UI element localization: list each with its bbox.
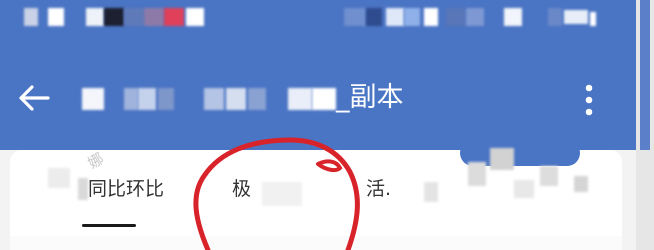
page-title: _副本 [80, 78, 540, 118]
status-icon [104, 8, 124, 26]
title-blur [288, 88, 312, 110]
status-icon [344, 8, 366, 26]
tab-blur [48, 168, 70, 188]
status-bar [0, 0, 636, 40]
arrow-left-icon[interactable] [16, 80, 52, 116]
title-blur [312, 88, 336, 110]
status-icon [548, 8, 562, 26]
status-icon [48, 8, 64, 26]
title-blur [248, 88, 266, 110]
tab-extreme[interactable]: 极 [232, 174, 251, 204]
content-area [10, 236, 622, 250]
status-icon [24, 8, 38, 26]
tab-blur [540, 166, 558, 186]
tab-blur [514, 180, 534, 198]
tab-blur [262, 182, 302, 206]
more-vertical-icon[interactable] [577, 80, 601, 120]
status-icon [446, 8, 466, 26]
status-icon [424, 8, 438, 26]
status-icon [386, 8, 404, 26]
status-icon [164, 8, 184, 26]
status-icon [404, 8, 420, 26]
tab-blur [490, 148, 514, 170]
active-tab-indicator [82, 224, 136, 227]
tab-blur [78, 178, 88, 200]
title-blur [204, 88, 224, 110]
title-blur [124, 88, 138, 110]
battery-icon [590, 12, 596, 26]
tab-blur [424, 182, 438, 202]
status-icon [144, 8, 164, 26]
status-icon [466, 8, 484, 26]
title-blur [82, 88, 104, 110]
title-blur [138, 88, 156, 110]
status-icon [366, 8, 382, 26]
status-icon [124, 8, 144, 26]
status-icon [564, 10, 588, 24]
status-icon [186, 8, 204, 26]
tab-activity[interactable]: 活. [366, 174, 391, 204]
title-blur [226, 88, 246, 110]
title-suffix: _副本 [336, 82, 404, 113]
tab-yoy-mom[interactable]: 同比环比 [88, 174, 164, 204]
tab-blur [574, 176, 588, 192]
scrollbar-thumb[interactable] [640, 0, 650, 150]
status-icon [504, 8, 522, 26]
tab-blur [468, 162, 486, 186]
scrollbar[interactable] [636, 0, 654, 250]
status-icon [86, 8, 104, 26]
title-blur [158, 88, 174, 110]
